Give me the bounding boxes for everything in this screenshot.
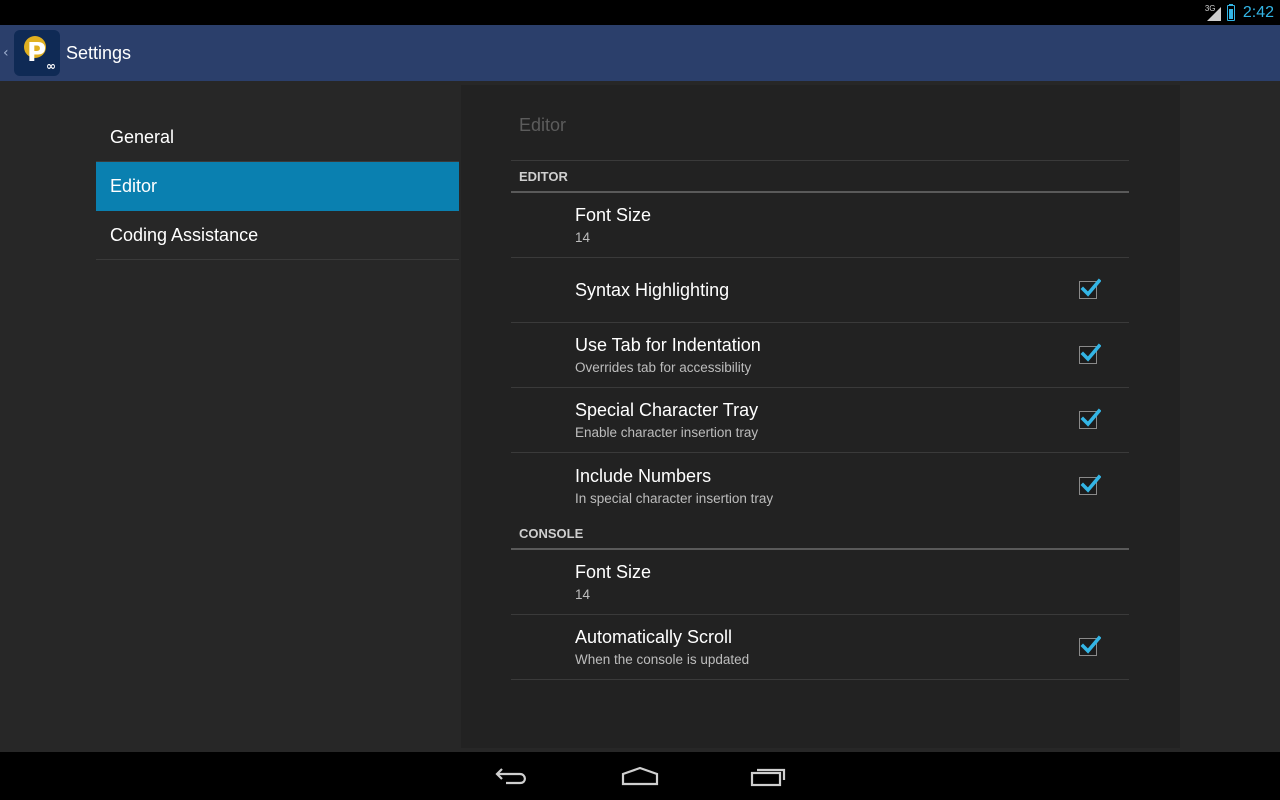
pref-syntax-highlighting[interactable]: Syntax Highlighting xyxy=(511,258,1129,323)
page-title: Settings xyxy=(66,42,132,63)
home-icon[interactable] xyxy=(620,762,660,790)
check-icon xyxy=(1080,278,1101,297)
pref-summary: Enable character insertion tray xyxy=(575,425,759,440)
check-icon xyxy=(1080,343,1101,362)
pref-summary: In special character insertion tray xyxy=(575,490,774,506)
pref-summary: 14 xyxy=(575,587,591,602)
include-numbers-checkbox[interactable] xyxy=(1079,474,1101,495)
settings-content: General Editor Coding Assistance Editor … xyxy=(0,81,1280,752)
automatically-scroll-checkbox[interactable] xyxy=(1079,635,1101,656)
signal-icon: 3G xyxy=(1205,4,1223,22)
pref-special-character-tray[interactable]: Special Character Tray Enable character … xyxy=(511,388,1129,453)
header-general[interactable]: General xyxy=(96,113,459,162)
up-caret-icon[interactable]: ‹ xyxy=(3,45,13,61)
editor-preferences-pane: Editor EDITOR Font Size 14 Syntax Highli… xyxy=(461,85,1180,748)
breadcrumb: Editor xyxy=(519,115,567,135)
header-coding-assistance[interactable]: Coding Assistance xyxy=(96,211,459,260)
pref-include-numbers[interactable]: Include Numbers In special character ins… xyxy=(511,453,1129,518)
use-tab-indentation-checkbox[interactable] xyxy=(1079,343,1101,364)
special-character-tray-checkbox[interactable] xyxy=(1079,408,1101,429)
pref-use-tab-indentation[interactable]: Use Tab for Indentation Overrides tab fo… xyxy=(511,323,1129,388)
pref-summary: Overrides tab for accessibility xyxy=(575,360,752,375)
pref-title: Special Character Tray xyxy=(575,400,759,420)
pref-summary: 14 xyxy=(575,230,591,245)
pref-title: Include Numbers xyxy=(575,465,712,486)
status-icons: 3G 2:42 xyxy=(1205,0,1274,25)
check-icon xyxy=(1080,474,1101,493)
pref-summary: When the console is updated xyxy=(575,652,750,667)
syntax-highlighting-checkbox[interactable] xyxy=(1079,278,1101,299)
category-console: CONSOLE xyxy=(511,518,1129,550)
pref-title: Use Tab for Indentation xyxy=(575,335,761,355)
check-icon xyxy=(1080,408,1101,427)
settings-headers: General Editor Coding Assistance xyxy=(96,113,459,260)
navigation-bar xyxy=(0,752,1280,800)
back-icon[interactable] xyxy=(492,762,532,790)
category-editor: EDITOR xyxy=(511,161,1129,193)
action-bar: ‹ P ∞ Settings xyxy=(0,25,1280,81)
app-icon-letter: P xyxy=(27,38,47,68)
pref-automatically-scroll[interactable]: Automatically Scroll When the console is… xyxy=(511,615,1129,680)
check-icon xyxy=(1080,635,1101,654)
pref-title: Automatically Scroll xyxy=(575,627,733,647)
pref-title: Font Size xyxy=(575,205,652,225)
status-bar: 3G 2:42 xyxy=(0,0,1280,25)
battery-icon xyxy=(1226,4,1235,21)
pref-console-font-size[interactable]: Font Size 14 xyxy=(511,550,1129,615)
app-icon-infinity: ∞ xyxy=(46,59,56,73)
app-icon[interactable]: P ∞ xyxy=(14,30,60,76)
recents-icon[interactable] xyxy=(748,762,788,790)
clock: 2:42 xyxy=(1242,3,1274,21)
header-editor[interactable]: Editor xyxy=(96,162,459,211)
pref-title: Syntax Highlighting xyxy=(575,279,730,300)
pref-title: Font Size xyxy=(575,562,652,582)
pref-editor-font-size[interactable]: Font Size 14 xyxy=(511,193,1129,258)
preference-list: EDITOR Font Size 14 Syntax Highlighting … xyxy=(511,161,1129,680)
